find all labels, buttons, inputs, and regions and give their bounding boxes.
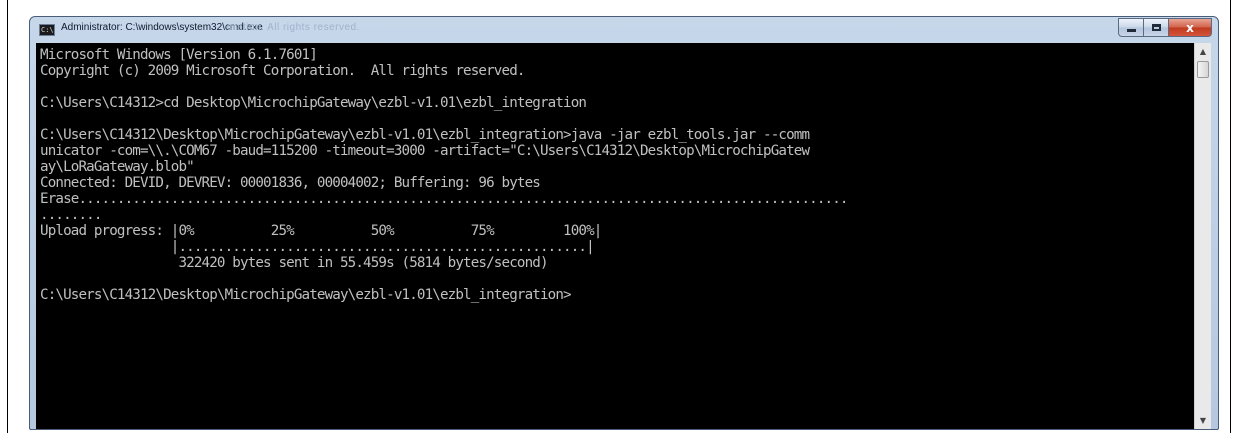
console-line: Microsoft Windows [Version 6.1.7601] <box>40 47 318 63</box>
console-output[interactable]: Microsoft Windows [Version 6.1.7601] Cop… <box>36 43 1194 429</box>
console-line: |.......................................… <box>40 239 595 255</box>
close-icon: x <box>1186 20 1194 35</box>
console-line: Erase...................................… <box>40 191 848 207</box>
scroll-thumb[interactable] <box>1197 61 1209 78</box>
console-line: ........ <box>40 207 102 223</box>
console-line: C:\Users\C14312\Desktop\MicrochipGateway… <box>40 287 572 303</box>
minimize-button[interactable] <box>1118 18 1144 37</box>
scroll-down-arrow-icon[interactable]: ▼ <box>1195 412 1211 429</box>
console-line: 322420 bytes sent in 55.459s (5814 bytes… <box>40 255 548 271</box>
maximize-button[interactable] <box>1144 18 1169 37</box>
console-line: C:\Users\C14312>cd Desktop\MicrochipGate… <box>40 95 587 111</box>
console-line: Copyright (c) 2009 Microsoft Corporation… <box>40 63 525 79</box>
console-text: Microsoft Windows [Version 6.1.7601] Cop… <box>40 47 848 303</box>
console-line: ay\LoRaGateway.blob" <box>40 159 195 175</box>
console-line: unicator -com=\\.\COM67 -baud=115200 -ti… <box>40 143 810 159</box>
cmd-window: C:\ Administrator: C:\windows\system32\c… <box>29 16 1219 430</box>
minimize-icon <box>1126 29 1136 32</box>
title-overlay-text: oration. All rights reserved. <box>227 22 360 33</box>
cmd-icon[interactable]: C:\ <box>39 24 55 36</box>
console-line: Connected: DEVID, DEVREV: 00001836, 0000… <box>40 175 541 191</box>
scroll-up-arrow-icon[interactable]: ▲ <box>1195 43 1211 60</box>
close-button[interactable]: x <box>1169 18 1212 37</box>
title-bar[interactable]: C:\ Administrator: C:\windows\system32\c… <box>30 17 1218 43</box>
vertical-scrollbar[interactable]: ▲ ▼ <box>1194 43 1211 429</box>
console-line: C:\Users\C14312\Desktop\MicrochipGateway… <box>40 127 810 143</box>
maximize-icon <box>1151 24 1161 31</box>
caption-buttons: x <box>1118 18 1212 37</box>
console-line: Upload progress: |0% 25% 50% 75% 100%| <box>40 223 602 239</box>
